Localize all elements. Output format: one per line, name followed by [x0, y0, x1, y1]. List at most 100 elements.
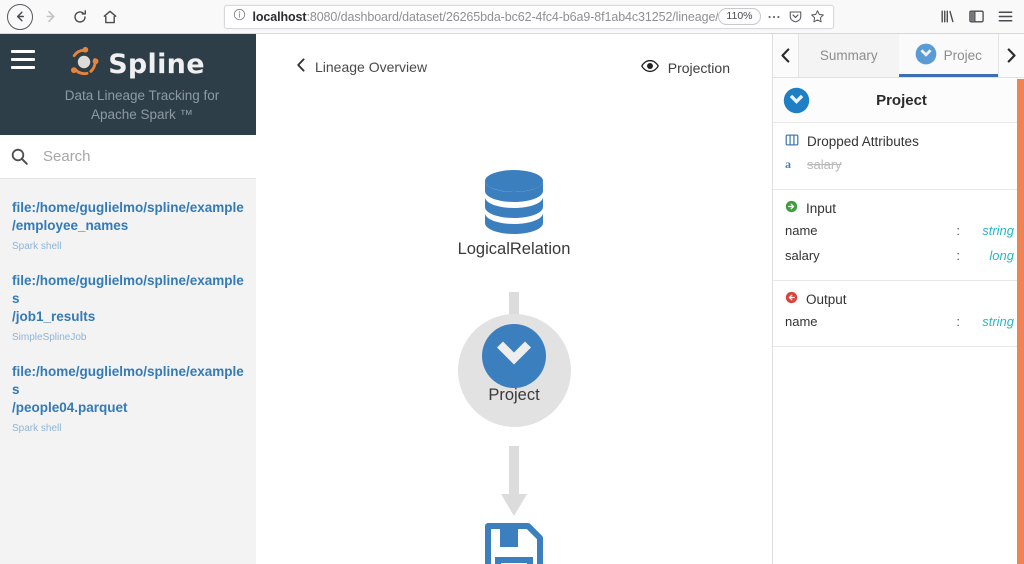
- tabs-scroll-right-button[interactable]: [998, 34, 1024, 77]
- attribute-row[interactable]: a salary: [773, 152, 1024, 177]
- section-header: Dropped Attributes: [773, 133, 1024, 152]
- browser-nav-buttons: [0, 3, 124, 31]
- arrow-right-icon: [42, 8, 59, 25]
- brand: Spline: [0, 42, 256, 86]
- attribute-row[interactable]: name : string: [773, 218, 1024, 243]
- tagline-line-2: Apache Spark ™: [90, 107, 194, 122]
- address-bar[interactable]: localhost:8080/dashboard/dataset/26265bd…: [223, 4, 834, 29]
- url-host: localhost: [252, 9, 307, 24]
- input-arrow-icon: [785, 200, 798, 216]
- panel-resize-strip[interactable]: [1017, 79, 1024, 564]
- attribute-separator: :: [956, 314, 960, 329]
- dataset-title: file:/home/guglielmo/spline/examples /pe…: [12, 363, 244, 417]
- columns-icon: [785, 133, 799, 150]
- section-dropped-attributes: Dropped Attributes a salary: [773, 123, 1024, 190]
- projection-toggle[interactable]: Projection: [640, 59, 730, 76]
- section-header: Output: [773, 291, 1024, 309]
- list-item[interactable]: file:/home/guglielmo/spline/examples /jo…: [0, 262, 256, 353]
- info-circle-icon[interactable]: [233, 8, 246, 26]
- floppy-save-icon: [384, 516, 644, 564]
- sidebar-panel-icon[interactable]: [962, 3, 990, 31]
- url-path: :8080/dashboard/dataset/26265bda-bc62-4f…: [306, 9, 719, 24]
- active-tab-underline: [898, 74, 998, 77]
- url-text: localhost:8080/dashboard/dataset/26265bd…: [253, 10, 719, 24]
- left-sidebar: Spline Data Lineage Tracking for Apache …: [0, 34, 256, 564]
- home-button[interactable]: [96, 3, 124, 31]
- dataset-title: file:/home/guglielmo/spline/example /emp…: [12, 199, 244, 235]
- back-button[interactable]: [6, 3, 34, 31]
- attribute-name: name: [785, 314, 818, 329]
- chevron-down-circle-icon: [783, 87, 810, 114]
- tab-project[interactable]: Projec: [898, 34, 998, 77]
- star-icon[interactable]: [807, 6, 829, 28]
- attribute-row[interactable]: salary : long: [773, 243, 1024, 268]
- attribute-name: name: [785, 223, 818, 238]
- graph-node-logicalrelation[interactable]: LogicalRelation: [384, 168, 644, 259]
- library-icon[interactable]: [933, 3, 961, 31]
- ellipsis-icon[interactable]: [763, 6, 785, 28]
- section-input: Input name : string salary : long: [773, 190, 1024, 281]
- search-input[interactable]: [43, 148, 223, 165]
- hamburger-bar: [11, 57, 35, 61]
- zoom-level-badge[interactable]: 110%: [718, 8, 761, 25]
- dataset-subtitle: Spark shell: [12, 423, 62, 434]
- arrow-left-icon: [7, 3, 33, 30]
- search-bar[interactable]: [0, 135, 256, 179]
- section-output: Output name : string: [773, 281, 1024, 347]
- brand-name: Spline: [108, 48, 205, 80]
- attribute-a-icon: a: [785, 157, 791, 171]
- tagline-line-1: Data Lineage Tracking for: [64, 88, 220, 103]
- section-title: Dropped Attributes: [807, 134, 919, 149]
- hamburger-bar: [11, 49, 35, 53]
- back-link-label: Lineage Overview: [315, 58, 428, 75]
- chevron-down-circle-icon: [384, 318, 644, 390]
- dataset-subtitle: SimpleSplineJob: [12, 332, 87, 343]
- hamburger-menu-icon[interactable]: [991, 3, 1019, 31]
- attribute-name: salary: [807, 157, 842, 172]
- search-icon: [10, 147, 29, 166]
- list-item[interactable]: file:/home/guglielmo/spline/example /emp…: [0, 189, 256, 262]
- tabs-scroll-left-button[interactable]: [773, 34, 799, 77]
- dataset-title: file:/home/guglielmo/spline/examples /jo…: [12, 272, 244, 326]
- details-tabbar: Summary Projec: [773, 34, 1024, 78]
- attribute-type: long: [989, 248, 1014, 263]
- tab-label: Projec: [943, 48, 982, 63]
- eye-icon: [640, 59, 659, 76]
- tab-summary[interactable]: Summary: [799, 34, 899, 77]
- graph-edge-project-writecommand: [497, 446, 531, 523]
- details-panel: Summary Projec Project Dropped Attribute…: [772, 34, 1024, 564]
- chevron-down-circle-icon: [915, 43, 937, 68]
- dataset-list: file:/home/guglielmo/spline/example /emp…: [0, 179, 256, 444]
- attribute-row[interactable]: name : string: [773, 309, 1024, 334]
- sidebar-header: Spline Data Lineage Tracking for Apache …: [0, 34, 256, 135]
- graph-canvas[interactable]: LogicalRelation Project WriteCom: [256, 96, 772, 564]
- reload-button[interactable]: [66, 3, 94, 31]
- list-item[interactable]: file:/home/guglielmo/spline/examples /pe…: [0, 353, 256, 444]
- sidebar-menu-toggle[interactable]: [8, 46, 38, 72]
- output-arrow-icon: [785, 291, 798, 307]
- dataset-title-line-2: /people04.parquet: [12, 400, 128, 415]
- chevron-left-icon: [296, 58, 306, 75]
- spline-logo-icon: [67, 45, 101, 84]
- home-icon: [102, 9, 118, 25]
- lineage-overview-back-link[interactable]: Lineage Overview: [296, 58, 427, 75]
- attribute-name: salary: [785, 248, 820, 263]
- attribute-separator: :: [956, 223, 960, 238]
- node-label: Project: [488, 386, 540, 404]
- tab-label: Summary: [819, 48, 878, 63]
- forward-button[interactable]: [36, 3, 64, 31]
- database-icon: [384, 168, 644, 240]
- graph-node-project[interactable]: Project: [384, 318, 644, 405]
- details-panel-header: Project: [773, 78, 1024, 123]
- node-label: LogicalRelation: [457, 240, 571, 258]
- projection-toggle-label: Projection: [667, 59, 730, 76]
- section-title: Output: [806, 291, 847, 307]
- pocket-shield-icon[interactable]: [785, 6, 807, 28]
- dataset-title-line-1: file:/home/guglielmo/spline/examples: [12, 273, 244, 306]
- graph-node-writecommand[interactable]: WriteCommand: [384, 516, 644, 564]
- page-title: Project: [876, 91, 927, 109]
- browser-toolbar-right: [933, 3, 1024, 31]
- dataset-title-line-1: file:/home/guglielmo/spline/example: [12, 200, 244, 215]
- hamburger-bar: [11, 65, 35, 69]
- urlbar-container: localhost:8080/dashboard/dataset/26265bd…: [124, 4, 933, 29]
